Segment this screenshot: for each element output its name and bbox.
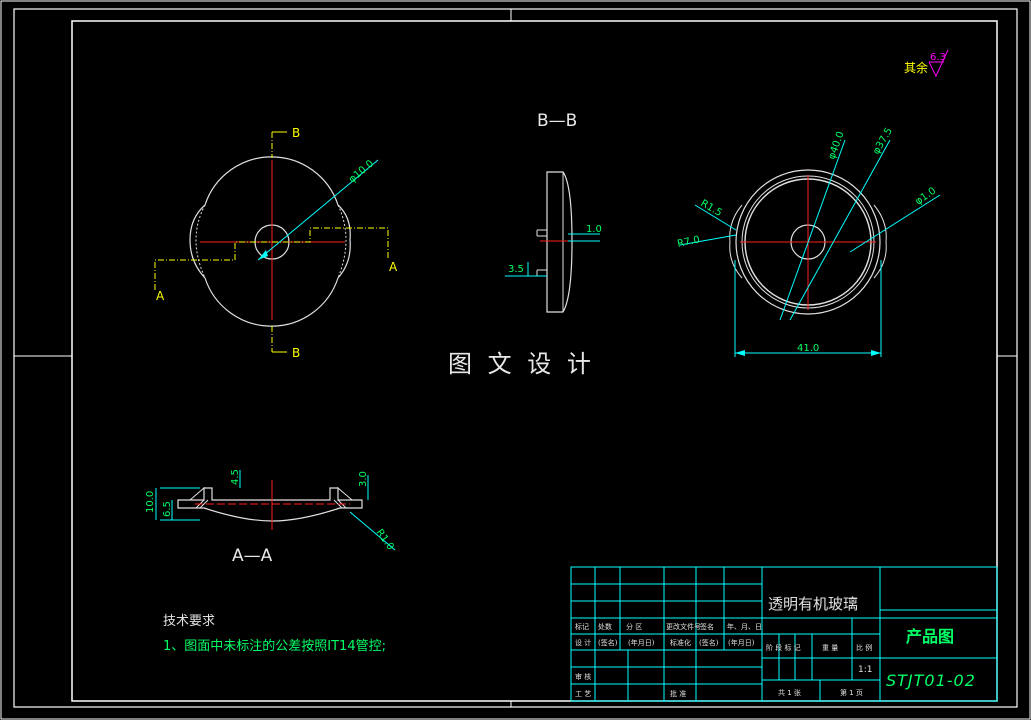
hdr-date: 年、月、日 — [727, 622, 762, 631]
watermark-text: 图 文 设 计 — [448, 350, 595, 378]
cut-label-b-bottom: B — [292, 346, 300, 360]
dim-10: 10.0 — [145, 491, 156, 513]
notes-title: 技术要求 — [163, 614, 215, 629]
row-standard-date: (年月日) — [728, 638, 755, 647]
section-bb-view: B—B 1.0 3.5 — [505, 111, 602, 313]
dim-45: 4.5 — [230, 469, 241, 485]
row-process: 工 艺 — [575, 690, 591, 698]
section-bb-title: B—B — [537, 111, 577, 131]
roughness-value: 6.3 — [930, 52, 946, 63]
row-approve: 批 准 — [670, 689, 686, 698]
section-aa-view: 10.0 6.5 4.5 3.0 R1.0 A—A — [145, 469, 396, 566]
cut-label-a-right: A — [389, 260, 398, 274]
dim-width: 41.0 — [797, 343, 819, 354]
row-design-date: (年月日) — [628, 638, 655, 647]
row-check: 审 核 — [575, 672, 591, 681]
front-view: B B A A φ10.0 — [154, 126, 398, 360]
dim-r15: R1.5 — [699, 198, 724, 219]
dim-d40: φ40.0 — [826, 130, 846, 161]
drawing-type: 产品图 — [906, 627, 954, 646]
dim-hole: φ10.0 — [347, 158, 376, 185]
cut-label-a-left: A — [156, 289, 165, 303]
hdr-change: 更改文件号 — [666, 622, 701, 631]
dim-65: 6.5 — [162, 501, 173, 517]
row-design: 设 计 — [575, 638, 591, 647]
roughness-symbol: 其余 6.3 — [904, 49, 949, 78]
row-standard-sign: (签名) — [699, 638, 719, 647]
dim-boss: 3.5 — [508, 264, 524, 275]
cut-label-b-top: B — [292, 126, 300, 140]
row-design-sign: (签名) — [598, 638, 618, 647]
scale-header: 比 例 — [856, 643, 872, 652]
right-view: φ40.0 φ37.5 φ1.0 R1.5 R7.0 41.0 — [676, 126, 941, 357]
sheets-total: 共 1 张 — [778, 688, 801, 697]
stage-header: 阶 段 标 记 — [766, 643, 801, 652]
scale-value: 1:1 — [858, 665, 872, 675]
drawing-canvas: 其余 6.3 B B A A φ10.0 B—B 1.0 3.5 φ40.0 φ… — [0, 0, 1031, 720]
section-aa-title: A—A — [232, 546, 273, 566]
dim-30: 3.0 — [358, 471, 369, 487]
hdr-mark: 标记 — [575, 622, 589, 631]
dim-step: 1.0 — [586, 224, 602, 235]
sheet-number: 第 1 页 — [840, 688, 863, 697]
dim-r7: R7.0 — [676, 234, 701, 250]
hdr-count: 处数 — [598, 622, 612, 631]
hdr-zone: 分 区 — [626, 622, 642, 631]
drawing-number: STJT01-02 — [886, 671, 976, 690]
weight-header: 重 量 — [822, 644, 838, 652]
side-body — [546, 171, 573, 313]
part-name: 透明有机玻璃 — [768, 595, 858, 613]
row-standard: 标准化 — [670, 638, 691, 647]
dim-d375: φ37.5 — [871, 126, 895, 157]
notes-line1: 1、图面中未标注的公差按照IT14管控; — [163, 638, 386, 654]
roughness-prefix: 其余 — [904, 60, 928, 75]
dim-r1: R1.0 — [374, 527, 396, 552]
hdr-sign: 签名 — [700, 622, 714, 631]
